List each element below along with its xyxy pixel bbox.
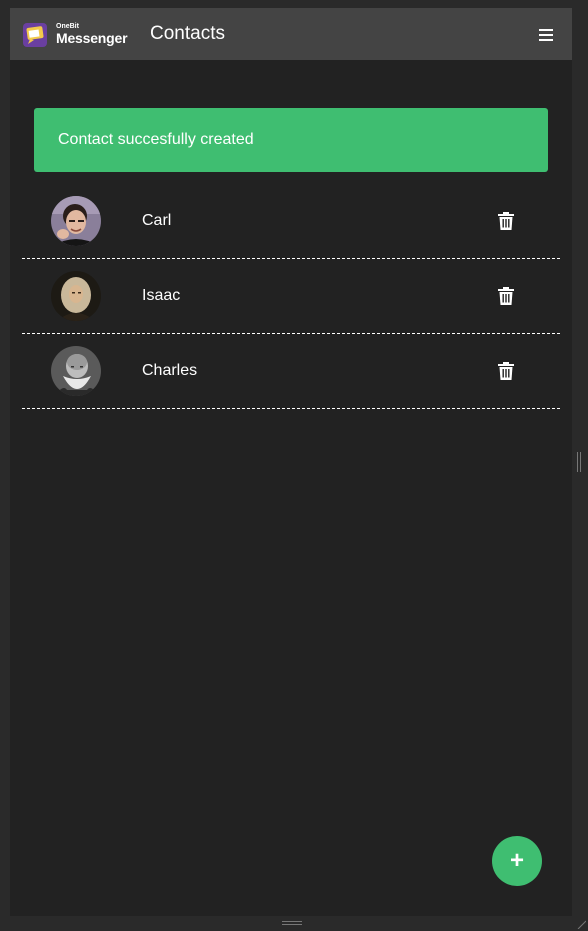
avatar-photo-icon — [51, 196, 101, 246]
logo-small-text: OneBit — [56, 23, 79, 30]
page-title: Contacts — [150, 23, 225, 44]
contact-list: Carl Isaac Charles — [22, 184, 560, 409]
hamburger-line — [539, 29, 553, 31]
trash-icon[interactable] — [498, 362, 514, 380]
app-window: OneBit Messenger Contacts Contact succes… — [10, 8, 572, 916]
trash-icon[interactable] — [498, 212, 514, 230]
add-contact-button[interactable]: + — [492, 836, 542, 886]
avatar — [51, 196, 101, 246]
resize-grip-icon[interactable] — [577, 452, 581, 472]
plus-icon: + — [509, 847, 524, 874]
navbar: OneBit Messenger Contacts — [10, 8, 572, 60]
app-logo[interactable]: OneBit Messenger — [22, 20, 130, 48]
alert-message: Contact succesfully created — [58, 131, 254, 148]
contact-name: Isaac — [142, 287, 181, 304]
avatar — [51, 346, 101, 396]
avatar — [51, 271, 101, 321]
contact-name: Charles — [142, 362, 198, 379]
avatar-photo-icon — [51, 271, 101, 321]
contact-row[interactable]: Isaac — [22, 259, 560, 334]
logo-big-text: Messenger — [56, 30, 128, 46]
avatar-photo-icon — [51, 346, 101, 396]
logo-badge-icon — [23, 23, 47, 47]
resize-grip-icon[interactable] — [282, 920, 302, 926]
contact-name: Carl — [142, 212, 172, 229]
contact-row[interactable]: Charles — [22, 334, 560, 409]
hamburger-line — [539, 34, 553, 36]
trash-icon[interactable] — [498, 287, 514, 305]
hamburger-line — [539, 39, 553, 41]
menu-button[interactable] — [534, 24, 558, 44]
contact-row[interactable]: Carl — [22, 184, 560, 259]
success-alert: Contact succesfully created — [34, 108, 548, 172]
resize-corner-icon[interactable] — [576, 919, 586, 929]
